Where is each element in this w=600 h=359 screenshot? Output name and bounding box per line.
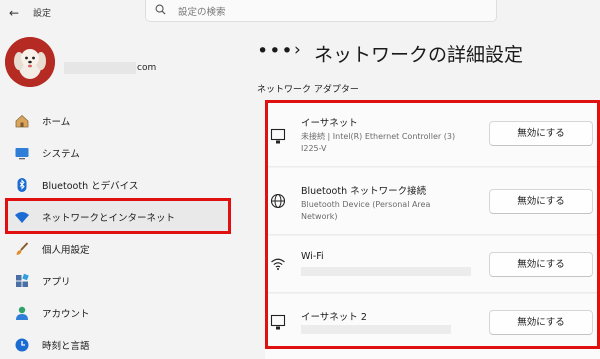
search-placeholder: 設定の検索 <box>178 7 226 18</box>
highlight-box-sidebar <box>5 198 231 234</box>
sidebar-item-apps[interactable]: アプリ <box>5 265 231 296</box>
clock-icon <box>15 338 29 352</box>
back-arrow-icon[interactable]: ← <box>6 5 22 21</box>
sidebar-item-personalization[interactable]: 個人用設定 <box>5 233 231 264</box>
email-redacted <box>64 62 136 74</box>
sidebar-item-accounts[interactable]: アカウント <box>5 297 231 328</box>
sidebar-item-label: 個人用設定 <box>42 245 90 256</box>
sidebar-item-time-language[interactable]: 時刻と言語 <box>5 329 231 359</box>
sidebar-item-bluetooth[interactable]: Bluetooth とデバイス <box>5 169 231 200</box>
avatar[interactable] <box>5 37 55 87</box>
dog-avatar-icon <box>5 37 55 87</box>
system-icon <box>15 148 29 160</box>
sidebar-item-label: システム <box>42 149 80 160</box>
apps-icon <box>16 273 29 287</box>
sidebar-item-label: ホーム <box>42 117 71 128</box>
sidebar-item-label: アプリ <box>42 277 71 288</box>
sidebar-item-label: Bluetooth とデバイス <box>42 181 139 192</box>
chevron-right-icon: › <box>294 40 301 60</box>
breadcrumb-more[interactable]: ••• <box>257 40 294 62</box>
account-icon <box>16 306 28 320</box>
sidebar-item-label: 時刻と言語 <box>42 341 90 352</box>
app-title: 設定 <box>33 9 52 19</box>
search-box[interactable]: 設定の検索 <box>145 0 497 22</box>
sidebar-item-system[interactable]: システム <box>5 137 231 168</box>
brush-icon <box>16 242 29 255</box>
account-email: com <box>137 63 157 73</box>
bluetooth-icon <box>17 178 27 192</box>
sidebar-item-label: アカウント <box>42 309 90 320</box>
search-icon <box>155 4 166 15</box>
sidebar-item-home[interactable]: ホーム <box>5 105 231 136</box>
page-title: ネットワークの詳細設定 <box>314 44 524 66</box>
highlight-box-adapters <box>265 100 600 349</box>
section-title: ネットワーク アダプター <box>257 85 359 95</box>
home-icon <box>15 114 29 128</box>
